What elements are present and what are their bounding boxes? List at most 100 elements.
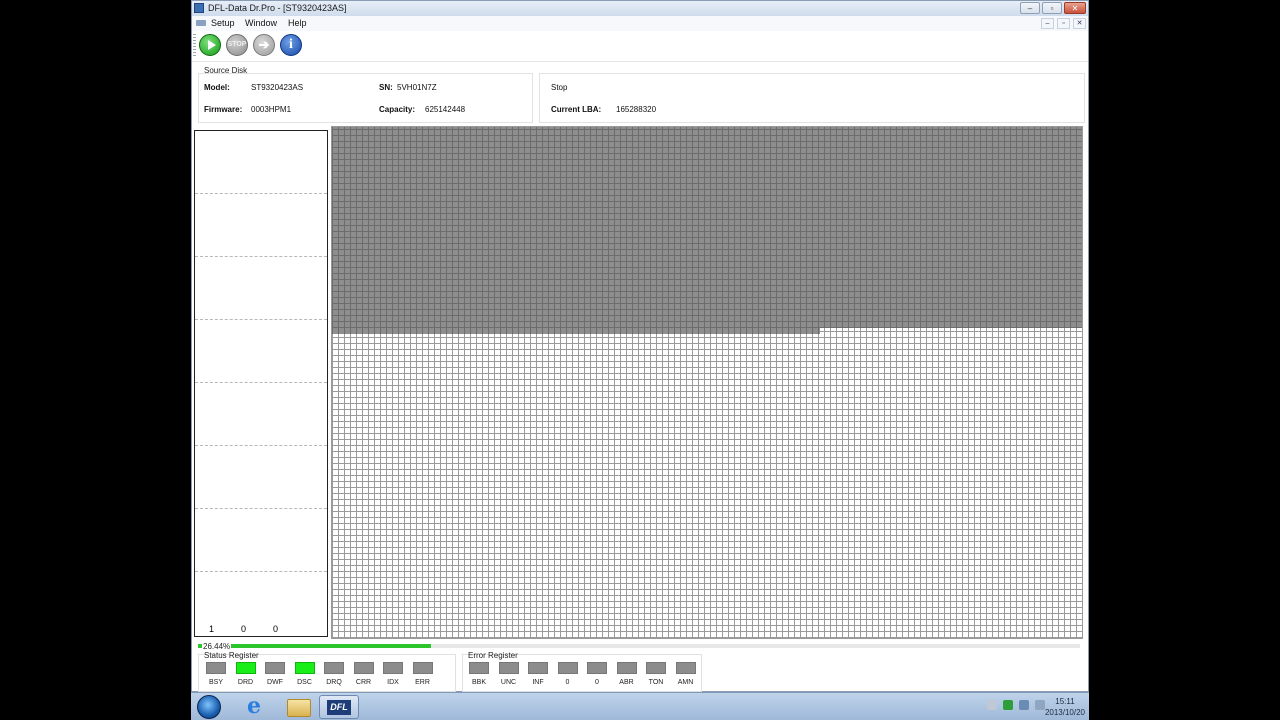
clock-date: 2013/10/20 [1044, 708, 1085, 717]
error-led-abr [616, 662, 637, 674]
status-led-label: BSY [208, 679, 223, 686]
source-disk-box [198, 73, 533, 123]
graph-divider [195, 508, 327, 509]
status-led-label: DSC [297, 679, 312, 686]
graph-divider [195, 256, 327, 257]
capacity-label: Capacity: [379, 105, 416, 114]
error-led-label: 0 [565, 679, 570, 686]
clock-time: 15:11 [1055, 697, 1075, 706]
current-lba-value: 165288320 [616, 105, 657, 114]
graph-divider [195, 193, 327, 194]
status-box [539, 73, 1085, 123]
model-label: Model: [204, 83, 230, 92]
error-led-label: ABR [619, 679, 634, 686]
folder-icon[interactable] [277, 695, 317, 719]
close-button[interactable]: ✕ [1064, 2, 1086, 14]
graph-divider [195, 382, 327, 383]
error-led-0 [557, 662, 578, 674]
firmware-value: 0003HPM1 [251, 105, 292, 114]
mdi-child-icon[interactable] [196, 20, 206, 26]
status-led-label: IDX [387, 679, 399, 686]
speed-graph-panel: 1 0 0 [194, 130, 328, 637]
app-icon [194, 3, 204, 13]
current-lba-label: Current LBA: [551, 105, 602, 114]
minimize-button[interactable]: – [1020, 2, 1040, 14]
status-led-label: DWF [267, 679, 283, 686]
capacity-value: 625142448 [425, 105, 466, 114]
status-led-err [412, 662, 433, 674]
register-panel: Status Register Error Register BSY DRD DWF… [192, 649, 1088, 693]
graph-divider [195, 571, 327, 572]
status-led-idx [383, 662, 403, 674]
sector-map-unread-area [332, 334, 1082, 638]
progress-bar [198, 644, 1080, 648]
disk-info-panel: Source Disk Model: ST9320423AS Firmware:… [192, 62, 1088, 124]
sector-map-grid [331, 126, 1083, 639]
tray-security-icon[interactable] [1003, 700, 1013, 710]
taskbar-dfl-app[interactable]: DFL [319, 695, 359, 719]
error-led-label: AMN [677, 679, 694, 686]
firmware-label: Firmware: [204, 105, 243, 114]
toolbar-grip[interactable] [193, 34, 196, 58]
sn-value: 5VH01N7Z [397, 83, 437, 92]
status-led-bsy [206, 662, 226, 674]
error-led-ton [646, 662, 666, 674]
maximize-button[interactable]: ▫ [1042, 2, 1062, 14]
status-led-drq [324, 662, 344, 674]
graph-divider [195, 445, 327, 446]
window-title: DFL-Data Dr.Pro - [ST9320423AS] [208, 3, 347, 13]
model-value: ST9320423AS [251, 83, 304, 92]
mdi-close-button[interactable]: ✕ [1073, 18, 1086, 29]
status-led-dwf [265, 662, 285, 674]
status-led-label: DRQ [326, 679, 342, 686]
tray-network-icon[interactable] [1019, 700, 1029, 710]
error-led-0 [587, 662, 607, 674]
status-led-drd [235, 662, 256, 674]
error-led-amn [675, 662, 696, 674]
progress-fill [198, 644, 432, 648]
menu-bar: Setup Window Help – ▫ ✕ [192, 16, 1088, 32]
menu-setup[interactable]: Setup [211, 18, 235, 28]
sector-map-read-area [332, 127, 1082, 328]
status-led-label: DRD [237, 679, 254, 686]
counter-1: 1 [209, 624, 215, 634]
internet-explorer-icon[interactable] [235, 693, 275, 719]
sn-label: SN: [379, 83, 393, 92]
next-button[interactable]: ➔ [253, 34, 275, 56]
error-led-unc [498, 662, 519, 674]
system-tray [987, 700, 1045, 710]
taskbar: DFL 15:11 2013/10/20 [191, 692, 1089, 720]
taskbar-clock[interactable]: 15:11 2013/10/20 [1045, 696, 1085, 718]
status-led-label: CRR [355, 679, 372, 686]
start-icon[interactable] [197, 695, 221, 719]
error-led-label: BBK [471, 679, 486, 686]
run-state: Stop [551, 83, 568, 92]
app-window: DFL-Data Dr.Pro - [ST9320423AS] – ▫ ✕ Se… [191, 0, 1089, 692]
source-disk-title: Source Disk [204, 66, 248, 75]
status-led-label: ERR [415, 679, 430, 686]
error-register-title: Error Register [468, 651, 518, 660]
counter-3: 0 [273, 624, 279, 634]
counter-2: 0 [241, 624, 247, 634]
status-led-crr [353, 662, 374, 674]
error-led-inf [528, 662, 548, 674]
graph-divider [195, 319, 327, 320]
status-led-dsc [294, 662, 315, 674]
tray-flag-icon[interactable] [987, 700, 997, 710]
info-button[interactable]: i [280, 34, 302, 56]
title-bar[interactable]: DFL-Data Dr.Pro - [ST9320423AS] – ▫ ✕ [192, 1, 1088, 16]
error-led-label: TON [648, 679, 664, 686]
status-register-title: Status Register [204, 651, 259, 660]
tray-volume-icon[interactable] [1035, 700, 1045, 710]
menu-help[interactable]: Help [288, 18, 307, 28]
dfl-icon: DFL [327, 700, 351, 715]
mdi-minimize-button[interactable]: – [1041, 18, 1054, 29]
menu-window[interactable]: Window [245, 18, 277, 28]
start-button[interactable] [199, 34, 221, 56]
toolbar: STOP ➔ i [192, 31, 1088, 62]
mdi-restore-button[interactable]: ▫ [1057, 18, 1070, 29]
stop-button[interactable]: STOP [226, 34, 248, 56]
error-led-label: UNC [500, 679, 517, 686]
error-led-label: INF [532, 679, 544, 686]
error-led-label: 0 [595, 679, 599, 686]
